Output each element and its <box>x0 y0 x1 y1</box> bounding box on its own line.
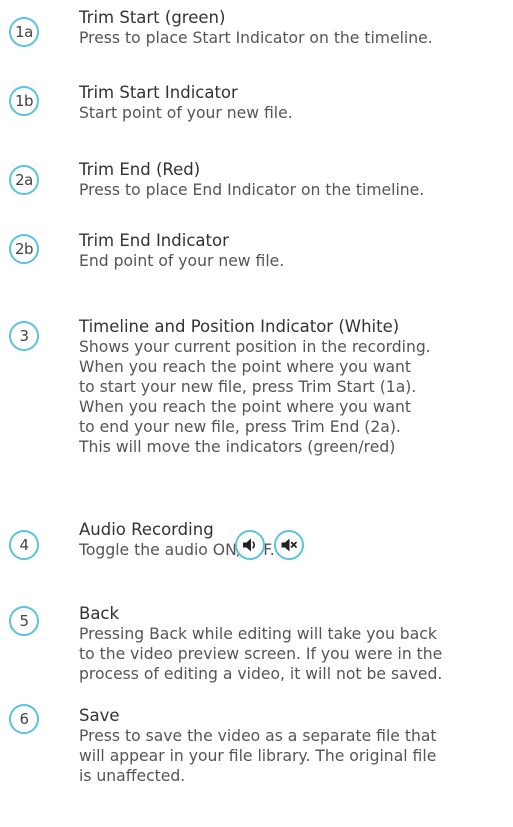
entry-title: Timeline and Position Indicator (White) <box>79 317 400 336</box>
entry-title: Save <box>79 706 120 725</box>
entry-desc-line: This will move the indicators (green/red… <box>79 438 396 456</box>
badge-2b: 2b <box>9 234 39 264</box>
entry-desc-line: Start point of your new file. <box>79 104 293 122</box>
badge-2a: 2a <box>9 165 39 195</box>
entry-desc-line: process of editing a video, it will not … <box>79 665 443 683</box>
entry-desc-line: When you reach the point where you want <box>79 398 412 416</box>
entry-title: Trim Start Indicator <box>79 83 238 102</box>
speaker-on-icon <box>235 530 265 560</box>
entry-title: Trim End (Red) <box>79 160 201 179</box>
entry-desc-line: Press to place End Indicator on the time… <box>79 181 425 199</box>
entry-desc-line: End point of your new file. <box>79 252 285 270</box>
badge-4: 4 <box>9 530 39 560</box>
badge-3: 3 <box>9 321 39 351</box>
badge-5: 5 <box>9 606 39 636</box>
entry-desc-line: When you reach the point where you want <box>79 358 412 376</box>
speaker-muted-icon <box>274 530 304 560</box>
entry-desc-line: Shows your current position in the recor… <box>79 338 431 356</box>
entry-title: Trim End Indicator <box>79 231 229 250</box>
entry-desc-line: will appear in your file library. The or… <box>79 747 437 765</box>
badge-1b: 1b <box>9 86 39 116</box>
entry-title: Trim Start (green) <box>79 8 226 27</box>
entry-desc-line: Press to place Start Indicator on the ti… <box>79 29 433 47</box>
entry-desc-line: to start your new file, press Trim Start… <box>79 378 417 396</box>
badge-6: 6 <box>9 704 39 734</box>
badge-1a: 1a <box>9 17 39 47</box>
entry-desc-line: to the video preview screen. If you were… <box>79 645 443 663</box>
entry-desc-line: to end your new file, press Trim End (2a… <box>79 418 401 436</box>
entry-desc-line: Press to save the video as a separate fi… <box>79 727 437 745</box>
entry-desc-line: is unaffected. <box>79 767 186 785</box>
entry-title: Back <box>79 604 120 623</box>
entry-desc-line: Pressing Back while editing will take yo… <box>79 625 437 643</box>
